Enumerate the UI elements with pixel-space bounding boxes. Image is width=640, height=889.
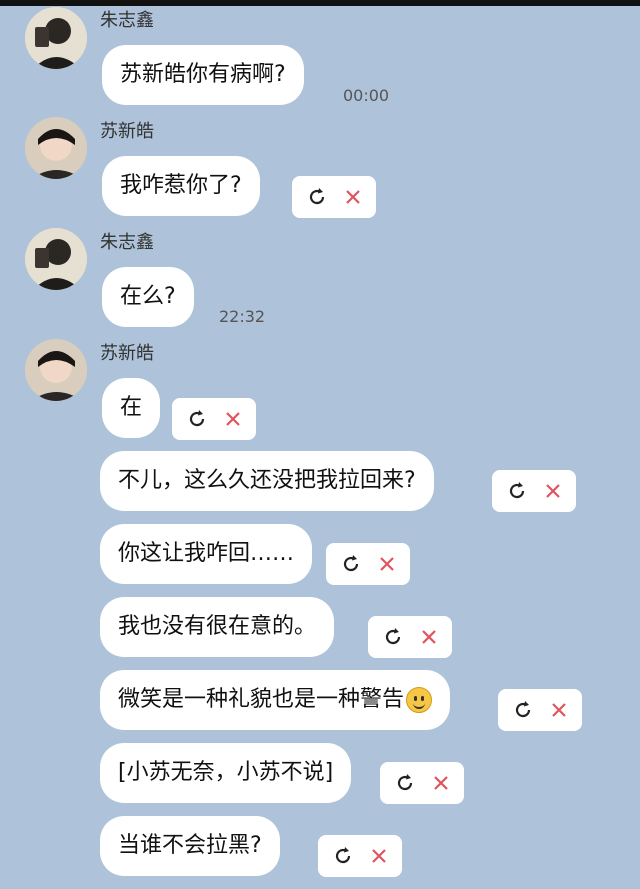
message-text: 我咋惹你了?	[120, 173, 242, 198]
message-text: 在	[120, 395, 143, 420]
message-time: 22:32	[219, 307, 266, 326]
message-actions	[368, 616, 452, 658]
retry-icon[interactable]	[512, 699, 534, 721]
message-actions	[326, 543, 410, 585]
retry-icon[interactable]	[332, 845, 354, 867]
message-bubble[interactable]: [小苏无奈，小苏不说]	[100, 743, 352, 803]
close-icon[interactable]	[549, 700, 569, 720]
close-icon[interactable]	[377, 554, 397, 574]
message-text: [小苏无奈，小苏不说]	[118, 760, 334, 785]
message-bubble[interactable]: 不儿，这么久还没把我拉回来?	[100, 451, 434, 511]
message-bubble[interactable]: 苏新皓你有病啊?	[102, 45, 304, 105]
close-icon[interactable]	[419, 627, 439, 647]
sender-name: 朱志鑫	[100, 10, 154, 31]
message-actions	[318, 835, 402, 877]
close-icon[interactable]	[369, 846, 389, 866]
message-bubble[interactable]: 你这让我咋回……	[100, 524, 313, 584]
message-actions	[292, 176, 376, 218]
message-text: 微笑是一种礼貌也是一种警告	[118, 687, 405, 712]
status-bar	[0, 0, 640, 6]
close-icon[interactable]	[543, 481, 563, 501]
message-bubble[interactable]: 我也没有很在意的。	[100, 597, 335, 657]
message-bubble[interactable]: 在么?	[102, 267, 194, 327]
avatar-su[interactable]	[25, 117, 87, 179]
retry-icon[interactable]	[340, 553, 362, 575]
message-text: 我也没有很在意的。	[118, 614, 317, 639]
message-bubble[interactable]: 在	[102, 378, 161, 438]
avatar-zhu[interactable]	[25, 228, 87, 290]
message-bubble[interactable]: 当谁不会拉黑?	[100, 816, 280, 876]
message-bubble[interactable]: 微笑是一种礼貌也是一种警告	[100, 670, 451, 730]
sender-name: 苏新皓	[100, 121, 154, 142]
retry-icon[interactable]	[186, 408, 208, 430]
message-text: 不儿，这么久还没把我拉回来?	[118, 468, 416, 493]
sender-name: 苏新皓	[100, 343, 154, 364]
message-text: 当谁不会拉黑?	[118, 833, 262, 858]
retry-icon[interactable]	[306, 186, 328, 208]
avatar-su[interactable]	[25, 339, 87, 401]
close-icon[interactable]	[223, 409, 243, 429]
message-actions	[380, 762, 464, 804]
retry-icon[interactable]	[394, 772, 416, 794]
close-icon[interactable]	[431, 773, 451, 793]
smiling-face-icon	[406, 687, 433, 713]
avatar-zhu[interactable]	[25, 7, 87, 69]
message-text: 苏新皓你有病啊?	[120, 62, 286, 87]
message-actions	[498, 689, 582, 731]
close-icon[interactable]	[343, 187, 363, 207]
retry-icon[interactable]	[506, 480, 528, 502]
message-actions	[492, 470, 576, 512]
sender-name: 朱志鑫	[100, 232, 154, 253]
retry-icon[interactable]	[382, 626, 404, 648]
message-actions	[172, 398, 256, 440]
message-text: 在么?	[120, 284, 176, 309]
message-bubble[interactable]: 我咋惹你了?	[102, 156, 260, 216]
message-text: 你这让我咋回……	[118, 541, 295, 566]
message-time: 00:00	[343, 86, 390, 105]
